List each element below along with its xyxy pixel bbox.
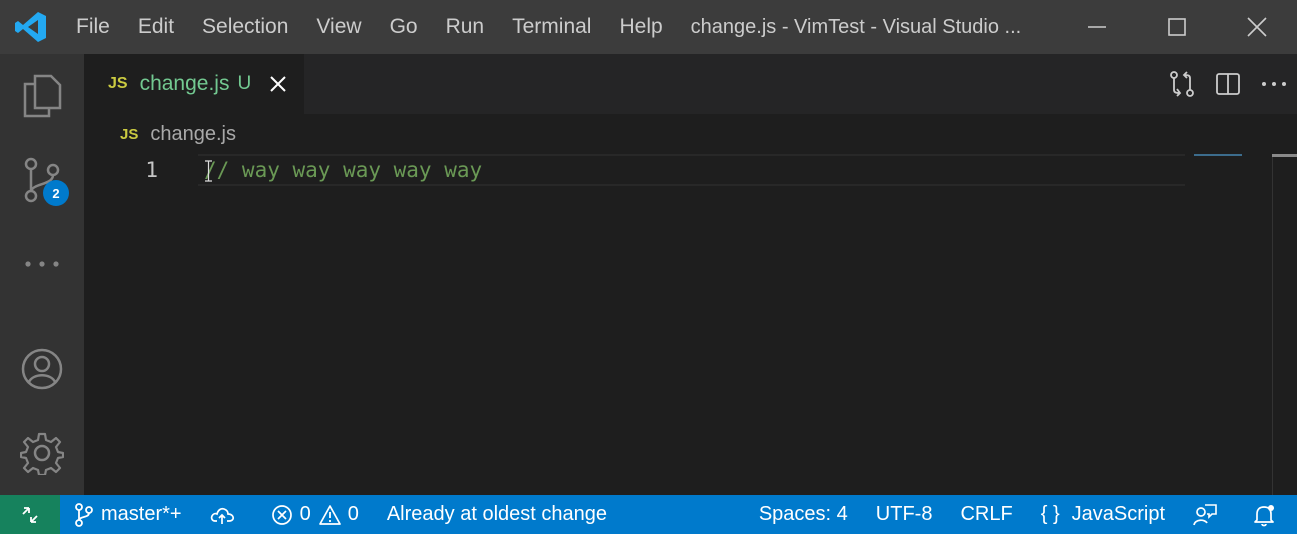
gear-icon (20, 432, 64, 475)
status-bar-right: Spaces: 4 UTF-8 CRLF { } JavaScript (745, 495, 1297, 534)
more-icon (1262, 82, 1286, 86)
split-editor-icon (1216, 73, 1240, 95)
notifications-button[interactable] (1238, 495, 1297, 534)
indentation-selector[interactable]: Spaces: 4 (745, 495, 862, 534)
problems-indicator[interactable]: 0 0 (257, 495, 373, 534)
text-cursor-icon (205, 160, 212, 182)
close-icon (270, 76, 286, 92)
remote-icon (22, 506, 38, 523)
vscode-logo-icon[interactable] (0, 0, 62, 54)
account-icon (21, 348, 63, 390)
breadcrumb: JS change.js (84, 114, 1297, 154)
menu-bar: File Edit Selection View Go Run Terminal… (62, 0, 677, 54)
menu-run[interactable]: Run (432, 0, 499, 54)
eol-selector[interactable]: CRLF (946, 495, 1026, 534)
feedback-icon (1193, 503, 1217, 525)
explorer-icon (23, 74, 62, 118)
status-message: Already at oldest change (386, 503, 607, 525)
editor-tabs: JS change.js U (84, 54, 1297, 114)
tab-close-button[interactable] (267, 73, 289, 95)
braces-icon: { } (1040, 503, 1060, 525)
scm-badge: 2 (43, 180, 69, 206)
code-line[interactable]: // way way way way way (204, 154, 482, 186)
maximize-button[interactable] (1137, 0, 1217, 54)
menu-help[interactable]: Help (605, 0, 676, 54)
git-branch[interactable]: master*+ (60, 495, 196, 534)
minimize-button[interactable] (1057, 0, 1137, 54)
js-file-icon: JS (120, 125, 139, 143)
sync-button[interactable] (196, 495, 257, 534)
menu-edit[interactable]: Edit (124, 0, 188, 54)
settings-button[interactable] (0, 411, 84, 495)
bell-icon (1254, 504, 1274, 526)
minimize-icon (1088, 26, 1106, 28)
menu-go[interactable]: Go (376, 0, 432, 54)
vertical-scrollbar[interactable] (1272, 154, 1273, 495)
minimap[interactable] (1194, 154, 1242, 156)
warning-icon (318, 504, 341, 525)
encoding-selector[interactable]: UTF-8 (862, 495, 947, 534)
more-actions-button[interactable] (1251, 54, 1297, 114)
untracked-status: U (237, 73, 252, 94)
status-bar: master*+ 0 0 Already at oldest change Sp… (0, 495, 1297, 534)
language-selector[interactable]: { } JavaScript (1027, 495, 1179, 534)
remote-indicator[interactable] (0, 495, 60, 534)
editor-actions (1159, 54, 1297, 114)
compare-changes-icon (1170, 71, 1194, 97)
close-window-button[interactable] (1217, 0, 1297, 54)
split-editor-button[interactable] (1205, 54, 1251, 114)
menu-file[interactable]: File (62, 0, 124, 54)
feedback-button[interactable] (1179, 495, 1238, 534)
branch-name: master*+ (101, 503, 182, 525)
error-icon (271, 504, 292, 525)
vscode-window: File Edit Selection View Go Run Terminal… (0, 0, 1297, 534)
git-branch-icon (75, 502, 93, 527)
more-views-button[interactable] (0, 222, 84, 306)
language-label: JavaScript (1071, 503, 1165, 525)
warning-count: 0 (347, 503, 359, 525)
activity-bar: 2 (0, 54, 84, 495)
close-icon (1247, 17, 1267, 37)
code-editor[interactable]: 1 // way way way way way (84, 154, 1297, 495)
maximize-icon (1168, 18, 1186, 36)
scrollbar-cursor-marker (1272, 154, 1297, 157)
accounts-button[interactable] (0, 327, 84, 411)
line-number: 1 (145, 158, 158, 182)
error-count: 0 (299, 503, 311, 525)
title-bar: File Edit Selection View Go Run Terminal… (0, 0, 1297, 54)
tab-label: change.js (139, 72, 230, 95)
window-title: change.js - VimTest - Visual Studio ... (690, 15, 1022, 38)
menu-selection[interactable]: Selection (188, 0, 302, 54)
tab-change-js[interactable]: JS change.js U (84, 54, 304, 114)
open-changes-button[interactable] (1159, 54, 1205, 114)
menu-view[interactable]: View (302, 0, 375, 54)
breadcrumb-file[interactable]: change.js (150, 123, 236, 146)
menu-terminal[interactable]: Terminal (498, 0, 605, 54)
more-icon (25, 261, 59, 267)
cloud-upload-icon (210, 507, 234, 524)
explorer-button[interactable] (0, 54, 84, 138)
source-control-button[interactable] (0, 138, 84, 222)
js-file-icon: JS (108, 75, 128, 92)
window-controls (1057, 0, 1297, 54)
